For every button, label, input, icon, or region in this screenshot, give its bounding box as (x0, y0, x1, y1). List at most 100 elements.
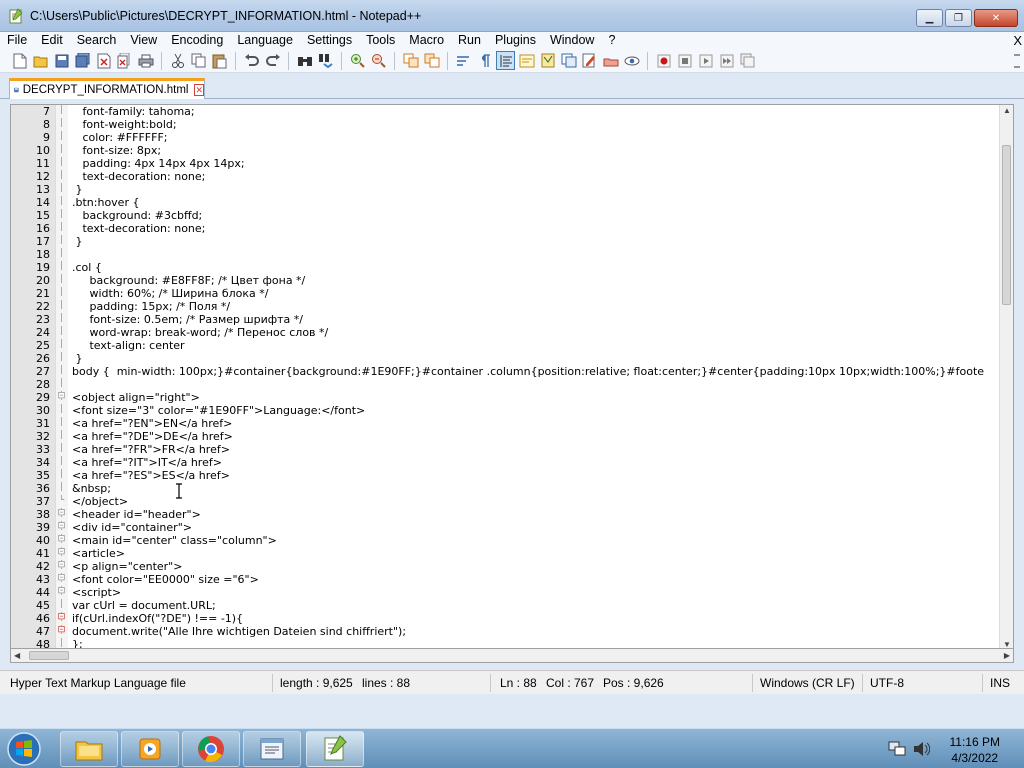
zoom-out-icon[interactable] (369, 51, 388, 70)
open-file-icon[interactable] (31, 51, 50, 70)
code-line[interactable]: 39 <div id="container"> (11, 521, 1013, 534)
menu-search[interactable]: Search (70, 32, 124, 49)
menu-edit[interactable]: Edit (34, 32, 70, 49)
code-line[interactable]: 10 font-size: 8px; (11, 144, 1013, 157)
fold-toggle-icon[interactable] (57, 573, 66, 582)
code-line[interactable]: 18 (11, 248, 1013, 261)
status-insert-mode[interactable]: INS (990, 676, 1010, 690)
code-line[interactable]: 44 <script> (11, 586, 1013, 599)
code-line[interactable]: 46 if(cUrl.indexOf("?DE") !== -1){ (11, 612, 1013, 625)
copy-icon[interactable] (189, 51, 208, 70)
scroll-left-icon[interactable]: ◀ (14, 651, 20, 660)
code-line[interactable]: 42 <p align="center"> (11, 560, 1013, 573)
menu-run[interactable]: Run (451, 32, 488, 49)
status-eol[interactable]: Windows (CR LF) (760, 676, 855, 690)
taskbar-chrome[interactable] (182, 731, 240, 767)
close-button[interactable]: ✕ (974, 9, 1018, 27)
code-line[interactable]: 34 <a href="?IT">IT</a href> (11, 456, 1013, 469)
menu-help[interactable]: ? (601, 32, 622, 49)
taskbar-explorer[interactable] (60, 731, 118, 767)
tab-close-icon[interactable]: ✕ (194, 84, 204, 96)
horizontal-scroll-thumb[interactable] (29, 651, 69, 660)
code-line[interactable]: 41 <article> (11, 547, 1013, 560)
fold-toggle-icon[interactable] (57, 521, 66, 530)
stop-macro-icon[interactable] (675, 51, 694, 70)
redo-icon[interactable] (263, 51, 282, 70)
code-line[interactable]: 35 <a href="?ES">ES</a href> (11, 469, 1013, 482)
zoom-in-icon[interactable] (348, 51, 367, 70)
code-line[interactable]: 33 <a href="?FR">FR</a href> (11, 443, 1013, 456)
fold-toggle-icon[interactable] (57, 391, 66, 400)
code-line[interactable]: 32 <a href="?DE">DE</a href> (11, 430, 1013, 443)
scroll-down-icon[interactable]: ▼ (1003, 640, 1011, 648)
record-macro-icon[interactable] (654, 51, 673, 70)
menu-macro[interactable]: Macro (402, 32, 451, 49)
network-icon[interactable] (888, 741, 906, 757)
cut-icon[interactable] (168, 51, 187, 70)
code-line[interactable]: 37 </object> (11, 495, 1013, 508)
code-line[interactable]: 15 background: #3cbffd; (11, 209, 1013, 222)
code-line[interactable]: 25 text-align: center (11, 339, 1013, 352)
taskbar-media-player[interactable] (121, 731, 179, 767)
menu-view[interactable]: View (123, 32, 164, 49)
code-line[interactable]: 12 text-decoration: none; (11, 170, 1013, 183)
code-line[interactable]: 45 var cUrl = document.URL; (11, 599, 1013, 612)
code-line[interactable]: 26 } (11, 352, 1013, 365)
scroll-up-icon[interactable]: ▲ (1003, 106, 1011, 115)
find-icon[interactable] (295, 51, 314, 70)
code-line[interactable]: 19 .col { (11, 261, 1013, 274)
fold-toggle-icon[interactable] (57, 612, 66, 621)
language-icon[interactable] (517, 51, 536, 70)
save-all-icon[interactable] (73, 51, 92, 70)
code-line[interactable]: 36 &nbsp; (11, 482, 1013, 495)
close-document-button[interactable]: X (1013, 32, 1022, 49)
code-line[interactable]: 20 background: #E8FF8F; /* Цвет фона */ (11, 274, 1013, 287)
start-button[interactable] (4, 731, 48, 767)
fold-toggle-icon[interactable] (57, 547, 66, 556)
code-line[interactable]: 22 padding: 15px; /* Поля */ (11, 300, 1013, 313)
code-line[interactable]: 48}; (11, 638, 1013, 648)
save-macro-icon[interactable] (738, 51, 757, 70)
fold-toggle-icon[interactable] (57, 508, 66, 517)
save-icon[interactable] (52, 51, 71, 70)
run-macro-multiple-icon[interactable] (717, 51, 736, 70)
taskbar-notepad[interactable] (243, 731, 301, 767)
word-wrap-icon[interactable] (454, 51, 473, 70)
code-line[interactable]: 23 font-size: 0.5em; /* Размер шрифта */ (11, 313, 1013, 326)
code-line[interactable]: 27 body { min-width: 100px;}#container{ba… (11, 365, 1013, 378)
code-line[interactable]: 30 <font size="3" color="#1E90FF">Languag… (11, 404, 1013, 417)
code-line[interactable]: 9 color: #FFFFFF; (11, 131, 1013, 144)
code-line[interactable]: 7 font-family: tahoma; (11, 105, 1013, 118)
fold-toggle-icon[interactable] (57, 560, 66, 569)
new-file-icon[interactable] (10, 51, 29, 70)
code-line[interactable]: 17 } (11, 235, 1013, 248)
maximize-button[interactable]: ❐ (945, 9, 972, 27)
code-line[interactable]: 16 text-decoration: none; (11, 222, 1013, 235)
replace-icon[interactable] (316, 51, 335, 70)
menu-plugins[interactable]: Plugins (488, 32, 543, 49)
menu-file[interactable]: File (0, 32, 34, 49)
menu-encoding[interactable]: Encoding (164, 32, 230, 49)
show-all-chars-icon[interactable] (475, 51, 494, 70)
fold-toggle-icon[interactable] (57, 625, 66, 634)
code-line[interactable]: 31 <a href="?EN">EN</a href> (11, 417, 1013, 430)
code-line[interactable]: 43 <font color="EE0000" size ="6"> (11, 573, 1013, 586)
volume-icon[interactable] (912, 741, 930, 757)
undo-icon[interactable] (242, 51, 261, 70)
code-line[interactable]: 28 (11, 378, 1013, 391)
play-macro-icon[interactable] (696, 51, 715, 70)
scroll-right-icon[interactable]: ▶ (1004, 651, 1010, 660)
code-editor[interactable]: 7 font-family: tahoma; 8 font-weight:bold… (10, 104, 1014, 649)
menu-language[interactable]: Language (230, 32, 300, 49)
doc-map-icon[interactable] (538, 51, 557, 70)
vertical-scroll-thumb[interactable] (1002, 145, 1011, 305)
fold-toggle-icon[interactable] (57, 586, 66, 595)
code-line[interactable]: 13 } (11, 183, 1013, 196)
minimize-button[interactable]: ▁ (916, 9, 943, 27)
tab-decrypt-information[interactable]: DECRYPT_INFORMATION.html ✕ (9, 78, 205, 99)
menu-settings[interactable]: Settings (300, 32, 359, 49)
menu-window[interactable]: Window (543, 32, 601, 49)
code-line[interactable]: 24 word-wrap: break-word; /* Перенос сло… (11, 326, 1013, 339)
code-line[interactable]: 29 <object align="right"> (11, 391, 1013, 404)
code-line[interactable]: 11 padding: 4px 14px 4px 14px; (11, 157, 1013, 170)
